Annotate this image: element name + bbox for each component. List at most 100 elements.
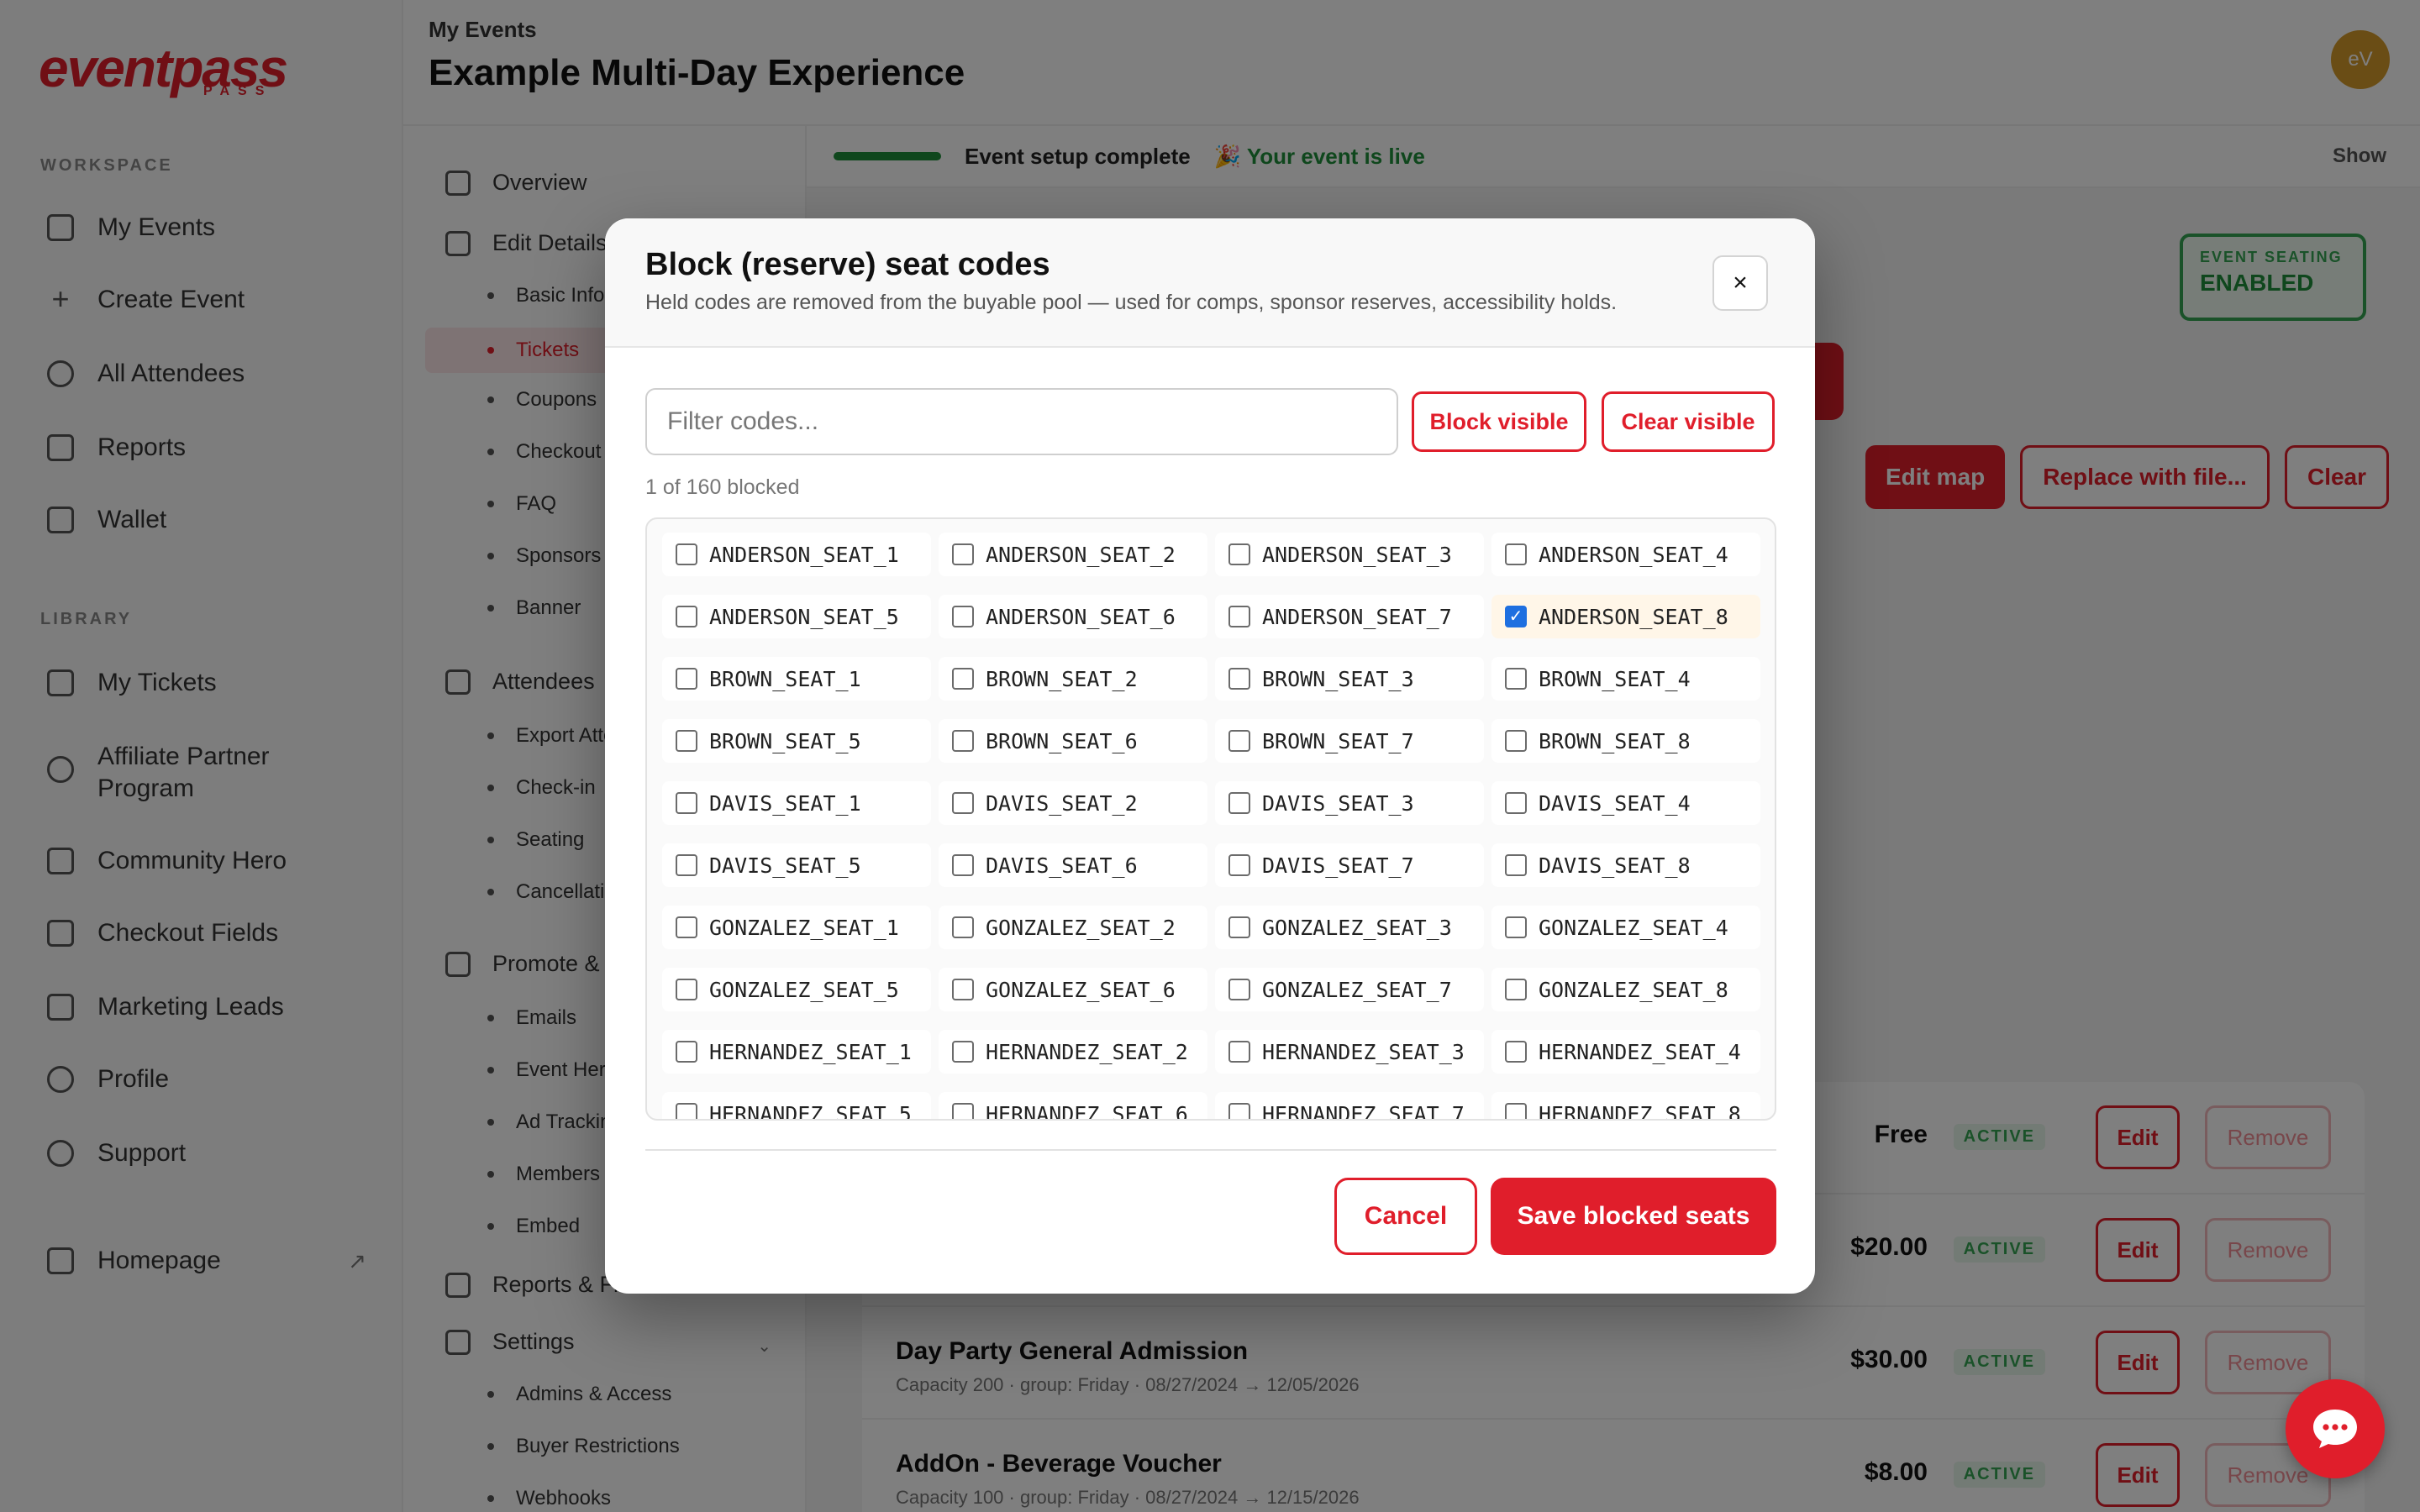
seat-code-item[interactable]: GONZALEZ_SEAT_3 bbox=[1215, 906, 1484, 949]
seat-code-checkbox[interactable] bbox=[1505, 1103, 1527, 1119]
seat-code-checkbox[interactable] bbox=[1505, 979, 1527, 1000]
block-visible-button[interactable]: Block visible bbox=[1412, 391, 1586, 452]
modal-header: Block (reserve) seat codes Held codes ar… bbox=[605, 218, 1815, 348]
seat-code-item[interactable]: ANDERSON_SEAT_1 bbox=[662, 533, 931, 576]
seat-code-item[interactable]: DAVIS_SEAT_1 bbox=[662, 781, 931, 825]
seat-code-checkbox[interactable]: ✓ bbox=[1505, 606, 1527, 627]
seat-code-item[interactable]: ANDERSON_SEAT_3 bbox=[1215, 533, 1484, 576]
seat-code-checkbox[interactable] bbox=[952, 1103, 974, 1119]
seat-code-label: DAVIS_SEAT_1 bbox=[709, 790, 861, 816]
seat-code-checkbox[interactable] bbox=[952, 854, 974, 876]
save-blocked-seats-button[interactable]: Save blocked seats bbox=[1491, 1178, 1776, 1255]
seat-code-item[interactable]: DAVIS_SEAT_3 bbox=[1215, 781, 1484, 825]
seat-code-item[interactable]: GONZALEZ_SEAT_8 bbox=[1491, 968, 1760, 1011]
seat-code-checkbox[interactable] bbox=[1505, 543, 1527, 565]
seat-code-checkbox[interactable] bbox=[1228, 730, 1250, 752]
seat-code-checkbox[interactable] bbox=[676, 792, 697, 814]
seat-code-checkbox[interactable] bbox=[1228, 543, 1250, 565]
seat-code-item[interactable]: DAVIS_SEAT_5 bbox=[662, 843, 931, 887]
seat-code-checkbox[interactable] bbox=[1505, 730, 1527, 752]
seat-code-item[interactable]: ANDERSON_SEAT_2 bbox=[939, 533, 1207, 576]
seat-code-checkbox[interactable] bbox=[952, 1041, 974, 1063]
seat-code-item[interactable]: ANDERSON_SEAT_6 bbox=[939, 595, 1207, 638]
seat-code-label: GONZALEZ_SEAT_5 bbox=[709, 977, 899, 1002]
seat-code-checkbox[interactable] bbox=[1505, 854, 1527, 876]
seat-code-item[interactable]: DAVIS_SEAT_4 bbox=[1491, 781, 1760, 825]
seat-code-item[interactable]: HERNANDEZ_SEAT_4 bbox=[1491, 1030, 1760, 1074]
seat-code-item[interactable]: GONZALEZ_SEAT_4 bbox=[1491, 906, 1760, 949]
seat-code-checkbox[interactable] bbox=[952, 730, 974, 752]
seat-code-checkbox[interactable] bbox=[952, 979, 974, 1000]
seat-code-item[interactable]: ANDERSON_SEAT_7 bbox=[1215, 595, 1484, 638]
seat-code-item[interactable]: HERNANDEZ_SEAT_3 bbox=[1215, 1030, 1484, 1074]
seat-codes-list[interactable]: ANDERSON_SEAT_1 ANDERSON_SEAT_2 ANDERSON_S… bbox=[645, 517, 1776, 1121]
seat-code-item[interactable]: ✓ ANDERSON_SEAT_8 bbox=[1491, 595, 1760, 638]
seat-code-checkbox[interactable] bbox=[1228, 606, 1250, 627]
seat-code-item[interactable]: BROWN_SEAT_3 bbox=[1215, 657, 1484, 701]
seat-code-label: GONZALEZ_SEAT_6 bbox=[986, 977, 1176, 1002]
seat-code-checkbox[interactable] bbox=[952, 792, 974, 814]
seat-code-item[interactable]: GONZALEZ_SEAT_5 bbox=[662, 968, 931, 1011]
seat-code-item[interactable]: GONZALEZ_SEAT_1 bbox=[662, 906, 931, 949]
seat-code-item[interactable]: HERNANDEZ_SEAT_8 bbox=[1491, 1092, 1760, 1119]
seat-code-checkbox[interactable] bbox=[1228, 854, 1250, 876]
seat-code-item[interactable]: HERNANDEZ_SEAT_5 bbox=[662, 1092, 931, 1119]
seat-code-checkbox[interactable] bbox=[1505, 916, 1527, 938]
seat-code-item[interactable]: HERNANDEZ_SEAT_2 bbox=[939, 1030, 1207, 1074]
seat-code-checkbox[interactable] bbox=[676, 854, 697, 876]
seat-code-item[interactable]: GONZALEZ_SEAT_6 bbox=[939, 968, 1207, 1011]
seat-code-item[interactable]: DAVIS_SEAT_2 bbox=[939, 781, 1207, 825]
seat-code-checkbox[interactable] bbox=[676, 979, 697, 1000]
seat-code-label: ANDERSON_SEAT_1 bbox=[709, 542, 899, 567]
close-button[interactable]: × bbox=[1712, 255, 1768, 311]
seat-code-checkbox[interactable] bbox=[676, 730, 697, 752]
seat-code-checkbox[interactable] bbox=[676, 916, 697, 938]
seat-code-checkbox[interactable] bbox=[676, 668, 697, 690]
seat-code-checkbox[interactable] bbox=[1505, 1041, 1527, 1063]
seat-code-label: ANDERSON_SEAT_8 bbox=[1539, 604, 1728, 629]
seat-code-checkbox[interactable] bbox=[952, 668, 974, 690]
seat-code-label: GONZALEZ_SEAT_3 bbox=[1262, 915, 1452, 940]
seat-code-checkbox[interactable] bbox=[1228, 792, 1250, 814]
filter-codes-input[interactable] bbox=[645, 388, 1398, 455]
seat-code-item[interactable]: HERNANDEZ_SEAT_6 bbox=[939, 1092, 1207, 1119]
seat-code-item[interactable]: BROWN_SEAT_4 bbox=[1491, 657, 1760, 701]
seat-code-item[interactable]: HERNANDEZ_SEAT_7 bbox=[1215, 1092, 1484, 1119]
modal-subtitle: Held codes are removed from the buyable … bbox=[645, 291, 1618, 314]
cancel-button[interactable]: Cancel bbox=[1334, 1178, 1477, 1255]
chat-support-button[interactable] bbox=[2286, 1379, 2385, 1478]
clear-visible-button[interactable]: Clear visible bbox=[1602, 391, 1775, 452]
seat-code-item[interactable]: GONZALEZ_SEAT_7 bbox=[1215, 968, 1484, 1011]
seat-code-item[interactable]: BROWN_SEAT_6 bbox=[939, 719, 1207, 763]
seat-code-item[interactable]: DAVIS_SEAT_8 bbox=[1491, 843, 1760, 887]
seat-code-checkbox[interactable] bbox=[1228, 1103, 1250, 1119]
seat-code-item[interactable]: GONZALEZ_SEAT_2 bbox=[939, 906, 1207, 949]
seat-code-item[interactable]: HERNANDEZ_SEAT_1 bbox=[662, 1030, 931, 1074]
seat-code-item[interactable]: BROWN_SEAT_2 bbox=[939, 657, 1207, 701]
seat-code-checkbox[interactable] bbox=[1505, 668, 1527, 690]
seat-code-checkbox[interactable] bbox=[952, 543, 974, 565]
seat-code-checkbox[interactable] bbox=[1505, 792, 1527, 814]
seat-code-label: GONZALEZ_SEAT_8 bbox=[1539, 977, 1728, 1002]
seat-code-checkbox[interactable] bbox=[1228, 916, 1250, 938]
seat-code-checkbox[interactable] bbox=[676, 1103, 697, 1119]
seat-code-item[interactable]: BROWN_SEAT_5 bbox=[662, 719, 931, 763]
seat-code-item[interactable]: BROWN_SEAT_1 bbox=[662, 657, 931, 701]
seat-code-item[interactable]: BROWN_SEAT_7 bbox=[1215, 719, 1484, 763]
seat-code-checkbox[interactable] bbox=[952, 606, 974, 627]
seat-code-label: GONZALEZ_SEAT_1 bbox=[709, 915, 899, 940]
seat-code-checkbox[interactable] bbox=[952, 916, 974, 938]
seat-code-item[interactable]: ANDERSON_SEAT_4 bbox=[1491, 533, 1760, 576]
modal-title: Block (reserve) seat codes bbox=[645, 247, 1050, 282]
seat-code-checkbox[interactable] bbox=[676, 1041, 697, 1063]
seat-code-item[interactable]: ANDERSON_SEAT_5 bbox=[662, 595, 931, 638]
seat-code-checkbox[interactable] bbox=[676, 543, 697, 565]
seat-code-item[interactable]: DAVIS_SEAT_6 bbox=[939, 843, 1207, 887]
seat-code-checkbox[interactable] bbox=[1228, 979, 1250, 1000]
seat-code-label: DAVIS_SEAT_2 bbox=[986, 790, 1138, 816]
seat-code-item[interactable]: DAVIS_SEAT_7 bbox=[1215, 843, 1484, 887]
seat-code-checkbox[interactable] bbox=[1228, 668, 1250, 690]
seat-code-item[interactable]: BROWN_SEAT_8 bbox=[1491, 719, 1760, 763]
seat-code-checkbox[interactable] bbox=[676, 606, 697, 627]
seat-code-checkbox[interactable] bbox=[1228, 1041, 1250, 1063]
